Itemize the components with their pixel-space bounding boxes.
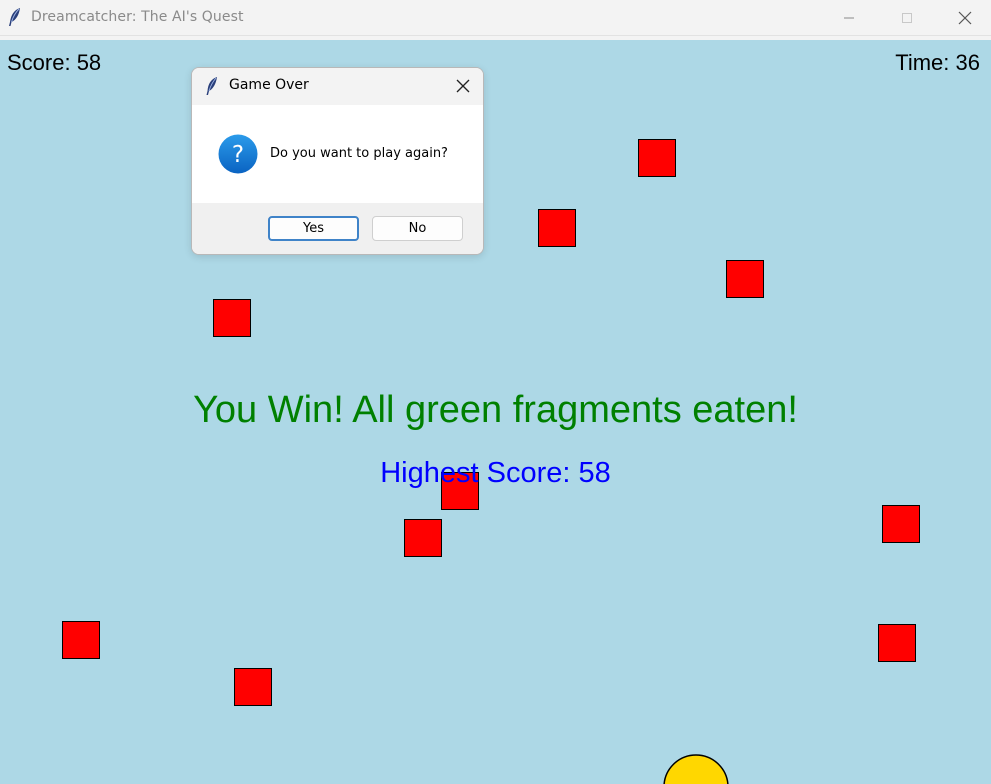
red-obstacle: [213, 299, 251, 337]
close-button[interactable]: [936, 0, 991, 36]
high-score-text: Highest Score: 58: [380, 457, 611, 489]
game-canvas[interactable]: Score: 58 Time: 36 You Win! All green fr…: [0, 40, 991, 784]
minimize-icon: [844, 17, 854, 19]
no-button[interactable]: No: [372, 216, 463, 241]
red-obstacle: [726, 260, 764, 298]
dialog-footer: Yes No: [192, 203, 483, 254]
yes-button[interactable]: Yes: [268, 216, 359, 241]
minimize-button[interactable]: [820, 0, 878, 36]
feather-icon: [9, 8, 20, 26]
player-character: [663, 754, 729, 784]
question-icon: ?: [218, 134, 258, 174]
red-obstacle: [538, 209, 576, 247]
dialog-title: Game Over: [229, 77, 309, 93]
svg-text:?: ?: [232, 142, 244, 168]
feather-icon: [206, 77, 217, 95]
red-obstacle: [882, 505, 920, 543]
window-titlebar: Dreamcatcher: The AI's Quest: [0, 0, 991, 36]
red-obstacle: [62, 621, 100, 659]
red-obstacle: [404, 519, 442, 557]
red-obstacle: [234, 668, 272, 706]
time-label: Time: 36: [895, 50, 980, 75]
dialog-header: Game Over: [192, 68, 483, 105]
game-over-dialog: Game Over ? Do you want to play again? Y…: [191, 67, 484, 255]
red-obstacle: [638, 139, 676, 177]
close-icon: [958, 11, 972, 25]
window-title: Dreamcatcher: The AI's Quest: [31, 9, 244, 25]
dialog-message: Do you want to play again?: [270, 146, 448, 161]
maximize-icon: [902, 13, 912, 23]
close-icon[interactable]: [455, 78, 471, 94]
score-label: Score: 58: [7, 50, 102, 75]
win-message: You Win! All green fragments eaten!: [193, 389, 798, 431]
red-obstacle: [878, 624, 916, 662]
dialog-body: ? Do you want to play again?: [192, 105, 483, 203]
maximize-button[interactable]: [878, 0, 936, 36]
